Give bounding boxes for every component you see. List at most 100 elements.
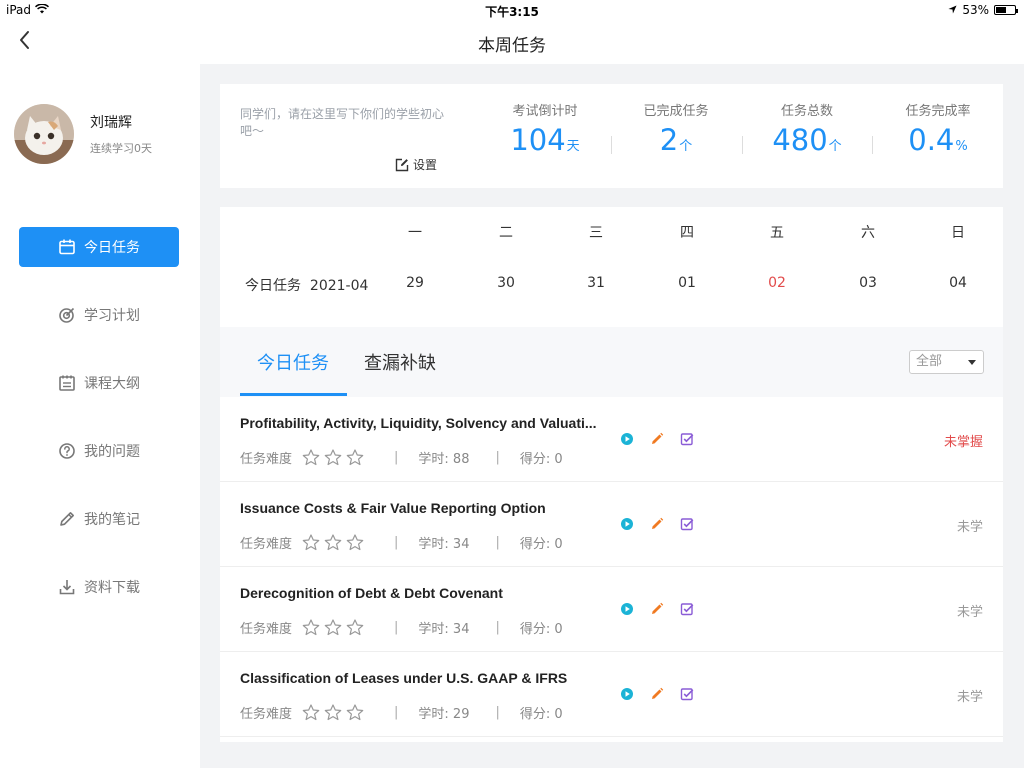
filter-dropdown[interactable]: 全部 [909, 350, 984, 374]
sidebar-item-downloads[interactable]: 资料下载 [19, 567, 179, 607]
target-icon [58, 306, 76, 324]
edit-square-icon [395, 158, 409, 171]
date-cell[interactable]: 31 [576, 275, 616, 291]
question-icon [58, 442, 76, 460]
sidebar-item-my-notes[interactable]: 我的笔记 [19, 499, 179, 539]
battery-icon [994, 5, 1018, 15]
star-outline-icon [302, 619, 320, 636]
caret-down-icon [968, 360, 976, 365]
edit-pencil-icon[interactable] [650, 432, 664, 446]
avatar[interactable] [14, 104, 74, 164]
filter-value: 全部 [916, 354, 943, 369]
date-cell[interactable]: 03 [848, 275, 888, 291]
checkbox-icon[interactable] [680, 517, 694, 531]
date-cell[interactable]: 04 [938, 275, 978, 291]
date-cell-today[interactable]: 02 [757, 275, 797, 291]
star-outline-icon [324, 619, 342, 636]
sidebar-item-today-tasks[interactable]: 今日任务 [19, 227, 179, 267]
task-meta: 任务难度 | 学时: 34 | 得分: 0 [240, 533, 563, 552]
star-outline-icon [324, 449, 342, 466]
sidebar-item-label: 资料下载 [84, 580, 140, 596]
task-title[interactable]: Profitability, Activity, Liquidity, Solv… [240, 415, 610, 431]
task-status: 未掌握 [943, 435, 983, 450]
study-hours: 学时: 88 [418, 452, 470, 467]
date-cell[interactable]: 01 [667, 275, 707, 291]
task-meta: 任务难度 | 学时: 88 | 得分: 0 [240, 448, 563, 467]
play-icon[interactable] [620, 602, 634, 616]
stat-label: 任务总数 [780, 104, 833, 119]
study-hours: 学时: 29 [418, 707, 470, 722]
stat-total-tasks: 任务总数 480个 [742, 100, 872, 157]
task-row[interactable]: Derecognition of Debt & Debt Covenant 任务… [220, 567, 1003, 652]
study-motto[interactable]: 同学们，请在这里写下你们的学些初心吧～ [240, 106, 455, 140]
user-profile[interactable]: 刘瑞辉 连续学习0天 [14, 104, 152, 164]
weekday-fri: 五 [770, 225, 784, 241]
checkbox-icon[interactable] [680, 602, 694, 616]
week-label: 今日任务 2021-04 [245, 275, 368, 295]
task-row[interactable]: Classification of Leases under U.S. GAAP… [220, 652, 1003, 737]
stat-unit: 个 [828, 139, 842, 154]
edit-pencil-icon[interactable] [650, 602, 664, 616]
weekday-mon: 一 [408, 225, 422, 241]
page-title: 本周任务 [478, 36, 546, 56]
tab-today-tasks[interactable]: 今日任务 [257, 349, 329, 375]
play-icon[interactable] [620, 687, 634, 701]
play-icon[interactable] [620, 517, 634, 531]
task-row[interactable]: Issuance Costs & Fair Value Reporting Op… [220, 482, 1003, 567]
stat-value: 0.4 [908, 123, 955, 157]
calendar-icon [58, 238, 76, 256]
difficulty-stars [302, 619, 364, 636]
sidebar-item-label: 学习计划 [84, 308, 140, 324]
date-cell[interactable]: 30 [486, 275, 526, 291]
difficulty-stars [302, 704, 364, 721]
sidebar-item-study-plan[interactable]: 学习计划 [19, 295, 179, 335]
stat-label: 已完成任务 [643, 104, 709, 119]
stat-unit: % [955, 139, 968, 154]
syllabus-icon [58, 374, 76, 392]
battery-text: 53% [962, 3, 989, 17]
settings-button[interactable]: 设置 [395, 156, 437, 173]
task-score: 得分: 0 [519, 622, 563, 637]
task-status: 未学 [956, 605, 983, 620]
task-score: 得分: 0 [519, 707, 563, 722]
difficulty-stars [302, 449, 364, 466]
checkbox-icon[interactable] [680, 432, 694, 446]
task-status: 未学 [956, 520, 983, 535]
sidebar-menu: 今日任务 学习计划 课程大纲 我的问题 我的笔记 资料下载 [19, 227, 179, 635]
study-streak: 连续学习0天 [90, 142, 152, 155]
star-outline-icon [346, 534, 364, 551]
checkbox-icon[interactable] [680, 687, 694, 701]
star-outline-icon [324, 534, 342, 551]
tab-gap-filling[interactable]: 查漏补缺 [364, 349, 436, 375]
task-title[interactable]: Issuance Costs & Fair Value Reporting Op… [240, 500, 610, 516]
settings-label: 设置 [413, 158, 438, 172]
status-bar: iPad 下午3:15 53% [0, 0, 1024, 20]
sidebar-item-label: 我的问题 [84, 444, 140, 460]
edit-pencil-icon[interactable] [650, 517, 664, 531]
play-icon[interactable] [620, 432, 634, 446]
study-hours: 学时: 34 [418, 622, 470, 637]
pencil-icon [58, 510, 76, 528]
weekday-sun: 日 [951, 225, 965, 241]
weekday-tue: 二 [499, 225, 513, 241]
task-title[interactable]: Classification of Leases under U.S. GAAP… [240, 670, 610, 686]
star-outline-icon [302, 534, 320, 551]
study-hours: 学时: 34 [418, 537, 470, 552]
task-title[interactable]: Derecognition of Debt & Debt Covenant [240, 585, 610, 601]
sidebar-item-my-questions[interactable]: 我的问题 [19, 431, 179, 471]
location-arrow-icon [948, 3, 957, 17]
task-tabs: 今日任务 查漏补缺 全部 [220, 327, 1003, 397]
sidebar-item-syllabus[interactable]: 课程大纲 [19, 363, 179, 403]
stat-unit: 个 [679, 139, 693, 154]
date-cell[interactable]: 29 [395, 275, 435, 291]
week-month: 2021-04 [309, 278, 369, 294]
meta-separator: | [394, 705, 399, 720]
active-tab-indicator [240, 393, 347, 396]
task-meta: 任务难度 | 学时: 29 | 得分: 0 [240, 703, 563, 722]
star-outline-icon [324, 704, 342, 721]
edit-pencil-icon[interactable] [650, 687, 664, 701]
task-meta: 任务难度 | 学时: 34 | 得分: 0 [240, 618, 563, 637]
task-row[interactable]: Profitability, Activity, Liquidity, Solv… [220, 397, 1003, 482]
profile-name: 刘瑞辉 [90, 115, 132, 131]
meta-separator: | [394, 450, 399, 465]
